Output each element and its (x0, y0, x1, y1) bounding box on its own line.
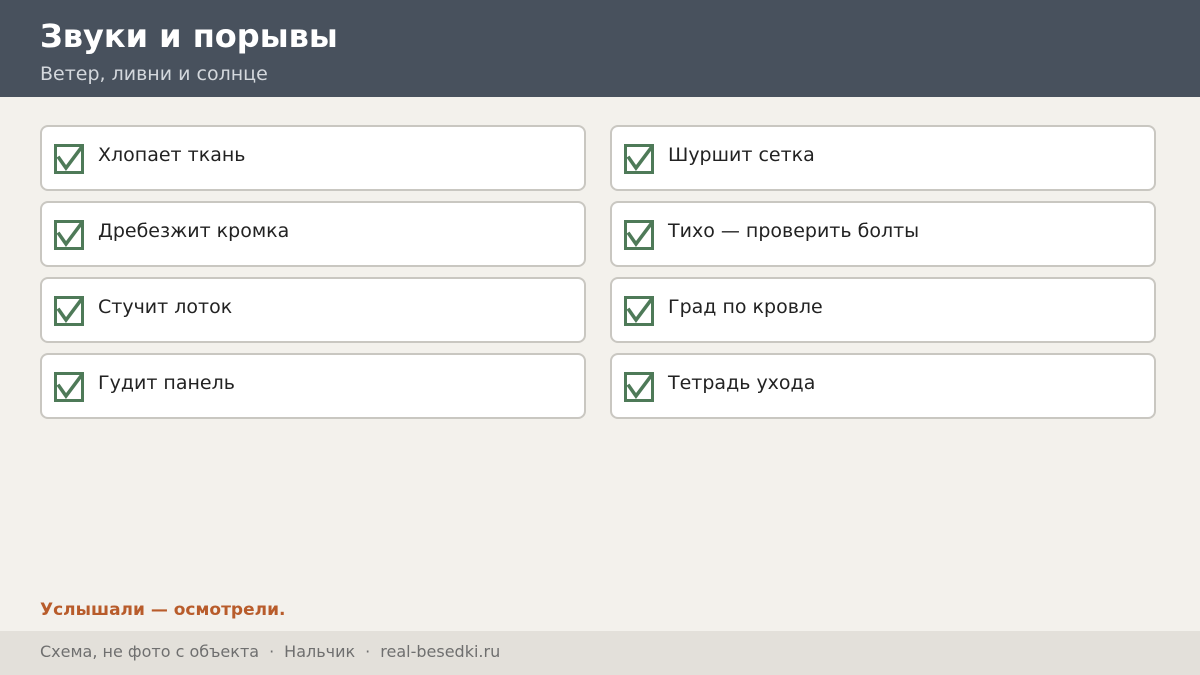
checklist-item[interactable]: Хлопает ткань (40, 125, 586, 191)
footer: Схема, не фото с объекта · Нальчик · real-be… (0, 631, 1200, 675)
checkbox-checked-icon[interactable] (54, 372, 84, 402)
checkbox-checked-icon[interactable] (54, 296, 84, 326)
footer-site-link[interactable]: real-besedki.ru (380, 642, 500, 661)
footer-city: Нальчик (284, 642, 356, 661)
checklist-item-label: Шуршит сетка (668, 144, 815, 166)
checklist-item[interactable]: Гудит панель (40, 353, 586, 419)
page-subtitle: Ветер, ливни и солнце (40, 63, 268, 85)
checkbox-checked-icon[interactable] (624, 144, 654, 174)
checkbox-checked-icon[interactable] (624, 372, 654, 402)
checklist-item[interactable]: Стучит лоток (40, 277, 586, 343)
checkbox-checked-icon[interactable] (624, 220, 654, 250)
checklist-item-label: Тетрадь ухода (668, 372, 816, 394)
checklist-item[interactable]: Град по кровле (610, 277, 1156, 343)
checklist-item[interactable]: Тетрадь ухода (610, 353, 1156, 419)
checklist-item[interactable]: Шуршит сетка (610, 125, 1156, 191)
footer-separator: · (365, 642, 371, 661)
checklist-item[interactable]: Дребезжит кромка (40, 201, 586, 267)
checklist-item-label: Град по кровле (668, 296, 823, 318)
header: Звуки и порывы Ветер, ливни и солнце (0, 0, 1200, 97)
checkbox-checked-icon[interactable] (54, 144, 84, 174)
checklist-item[interactable]: Тихо — проверить болты (610, 201, 1156, 267)
checklist-item-label: Хлопает ткань (98, 144, 246, 166)
checklist-item-label: Дребезжит кромка (98, 220, 290, 242)
page-title: Звуки и порывы (40, 17, 338, 55)
tagline: Услышали — осмотрели. (40, 600, 286, 620)
checklist-item-label: Стучит лоток (98, 296, 233, 318)
checklist-grid: Хлопает ткань Шуршит сетка Дребезжит кро… (40, 125, 1156, 419)
footer-text: Схема, не фото с объекта · Нальчик · real-be… (40, 641, 500, 663)
page: Звуки и порывы Ветер, ливни и солнце Хло… (0, 0, 1200, 675)
footer-separator: · (269, 642, 275, 661)
checkbox-checked-icon[interactable] (624, 296, 654, 326)
checklist-item-label: Тихо — проверить болты (668, 220, 920, 242)
checklist-item-label: Гудит панель (98, 372, 235, 394)
checkbox-checked-icon[interactable] (54, 220, 84, 250)
footer-note: Схема, не фото с объекта (40, 642, 260, 661)
